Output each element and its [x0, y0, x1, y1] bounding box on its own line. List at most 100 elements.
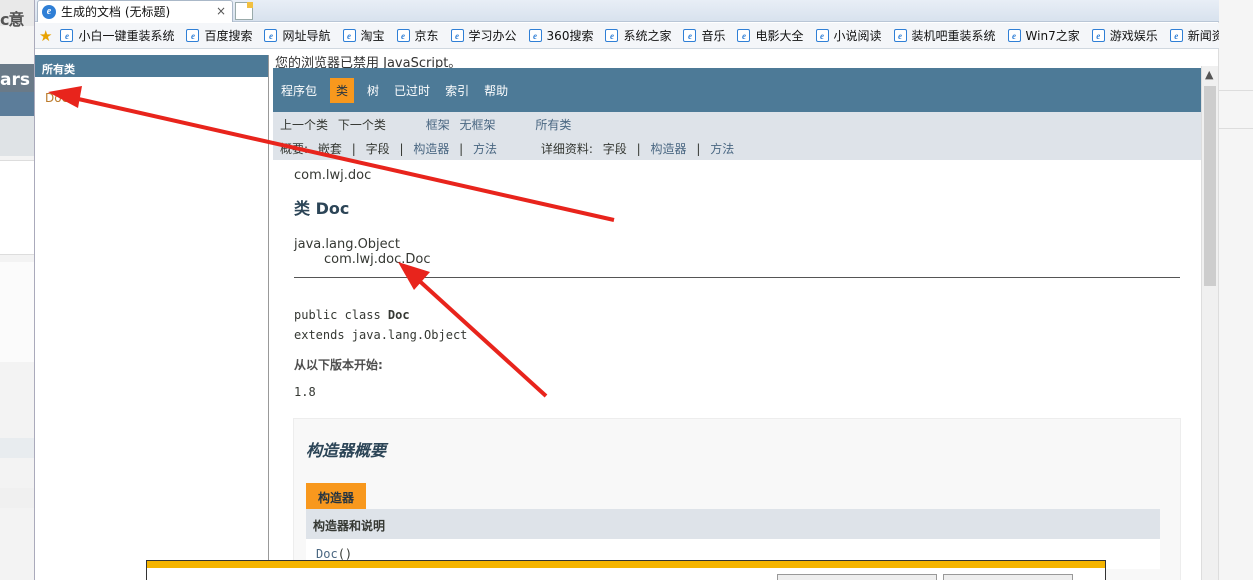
- class-title: 类 Doc: [294, 199, 350, 218]
- top-navbar: 程序包 类 树 已过时 索引 帮助: [273, 68, 1201, 112]
- class-link-doc[interactable]: Doc: [45, 91, 268, 105]
- popup-button[interactable]: [943, 574, 1073, 580]
- constructor-summary-title: 构造器概要: [306, 441, 387, 460]
- scroll-thumb[interactable]: [1204, 86, 1216, 286]
- ie-page-icon: e: [683, 29, 697, 42]
- favorite-link[interactable]: e 360搜索: [528, 27, 593, 44]
- class-signature: public class Doc: [294, 308, 1184, 322]
- detail-label: 详细资料:: [540, 142, 593, 156]
- all-classes-frame: 所有类 Doc: [35, 55, 269, 580]
- constructor-params: (): [337, 547, 353, 561]
- inheritance-child: com.lwj.doc.Doc: [324, 252, 431, 267]
- bg-divider: [1219, 128, 1253, 129]
- since-label: 从以下版本开始:: [294, 358, 383, 372]
- ie-page-icon: e: [342, 29, 356, 42]
- ie-page-icon: e: [1091, 29, 1105, 42]
- detail-method-link[interactable]: 方法: [710, 142, 734, 156]
- constructor-table-caption: 构造器: [306, 483, 367, 509]
- all-classes-header: 所有类: [35, 55, 268, 77]
- favorite-link[interactable]: e新闻资讯: [1169, 27, 1219, 44]
- prev-class: 上一个类: [280, 118, 329, 132]
- tab-title: 生成的文档 (无标题): [61, 5, 171, 19]
- favorite-link[interactable]: e 百度搜索: [186, 27, 252, 44]
- class-doc-frame: 您的浏览器已禁用 JavaScript。 程序包 类 树 已过时 索引 帮助 上…: [273, 50, 1218, 580]
- favorite-link[interactable]: e 小白一键重装系统: [60, 27, 174, 44]
- favorite-link[interactable]: e 装机吧重装系统: [893, 27, 996, 44]
- constructor-table-header: 构造器和说明: [306, 509, 1160, 539]
- detail-constructor-link[interactable]: 构造器: [650, 142, 686, 156]
- favorite-link[interactable]: e 音乐: [683, 27, 725, 44]
- class-extends: extends java.lang.Object: [294, 328, 468, 342]
- subnav-row: 上一个类 下一个类 框架 无框架 所有类: [280, 116, 577, 133]
- favorite-link[interactable]: e 网址导航: [264, 27, 331, 44]
- popup-button[interactable]: [777, 574, 937, 580]
- favorite-link[interactable]: e 小说阅读: [815, 27, 882, 44]
- nav-deprecated[interactable]: 已过时: [392, 78, 432, 103]
- no-frames-link[interactable]: 无框架: [460, 118, 496, 132]
- browser-tab[interactable]: e 生成的文档 (无标题) ×: [37, 0, 233, 22]
- bg-fragment-top: c意: [0, 10, 24, 29]
- ie-page-icon: e: [1169, 29, 1183, 42]
- favorite-link[interactable]: e Win7之家: [1007, 27, 1080, 44]
- sub-navbar: 上一个类 下一个类 框架 无框架 所有类 概要: 嵌套 | 字段 | 构造器 |…: [273, 112, 1201, 160]
- bg-nav: [0, 92, 34, 116]
- all-classes-link[interactable]: 所有类: [535, 118, 571, 132]
- divider: [294, 277, 1180, 278]
- ie-page-icon: e: [60, 29, 74, 42]
- background-page-left: c意 ars: [0, 0, 34, 580]
- summary-nested: 嵌套: [317, 142, 342, 156]
- ie-icon: e: [42, 4, 56, 19]
- bg-divider: [1219, 90, 1253, 91]
- nav-index[interactable]: 索引: [443, 78, 471, 103]
- favorites-star-icon[interactable]: ★: [39, 27, 52, 45]
- subnav-row: 概要: 嵌套 | 字段 | 构造器 | 方法 详细资料: 字段 | 构造器 | …: [280, 140, 740, 157]
- summary-constructor-link[interactable]: 构造器: [413, 142, 449, 156]
- detail-field: 字段: [602, 142, 627, 156]
- class-content: com.lwj.doc 类 Doc java.lang.Object com.l…: [294, 168, 1184, 399]
- ie-page-icon: e: [605, 29, 619, 42]
- background-page-right: [1218, 0, 1253, 580]
- nav-help[interactable]: 帮助: [482, 78, 510, 103]
- package-name: com.lwj.doc: [294, 168, 372, 183]
- summary-method-link[interactable]: 方法: [473, 142, 497, 156]
- favorite-link[interactable]: e 电影大全: [737, 27, 804, 44]
- vertical-scrollbar[interactable]: ▲: [1201, 66, 1218, 580]
- separator: |: [636, 142, 641, 156]
- ie-page-icon: e: [528, 29, 542, 42]
- constructor-link[interactable]: Doc: [316, 547, 338, 561]
- separator: |: [459, 142, 464, 156]
- next-class: 下一个类: [337, 118, 386, 132]
- favorite-link[interactable]: e 淘宝: [342, 27, 385, 44]
- signature-class-name: Doc: [387, 308, 410, 322]
- bg-row: [0, 488, 34, 508]
- bg-fragment-mid: ars: [0, 70, 30, 90]
- favorite-link[interactable]: e 京东: [396, 27, 439, 44]
- close-tab-icon[interactable]: ×: [216, 4, 226, 18]
- constructor-summary: 构造器概要 构造器 构造器和说明 Doc(): [293, 418, 1181, 580]
- ie-page-icon: e: [737, 29, 751, 42]
- signature-prefix: public class: [294, 308, 388, 322]
- bg-row: [0, 438, 34, 458]
- favorite-link[interactable]: e 系统之家: [605, 27, 671, 44]
- scroll-up-icon[interactable]: ▲: [1205, 68, 1213, 81]
- summary-field: 字段: [365, 142, 390, 156]
- separator: |: [399, 142, 404, 156]
- since-value: 1.8: [294, 385, 316, 399]
- ie-page-icon: e: [450, 29, 464, 42]
- frames-link[interactable]: 框架: [426, 118, 450, 132]
- favorites-bar: ★ e 小白一键重装系统 e 百度搜索 e 网址导航 e 淘宝 e 京东 e 学习办公 e3…: [35, 23, 1219, 49]
- new-tab-button[interactable]: [235, 2, 253, 20]
- favorite-link[interactable]: e 学习办公: [450, 27, 517, 44]
- inheritance-parent: java.lang.Object: [294, 237, 400, 252]
- popup-header-bar: [147, 561, 1105, 568]
- separator: |: [696, 142, 701, 156]
- ie-page-icon: e: [264, 29, 278, 42]
- nav-tree[interactable]: 树: [365, 78, 381, 103]
- separator: |: [351, 142, 356, 156]
- ie-page-icon: e: [815, 29, 829, 42]
- bottom-popup: [146, 560, 1106, 580]
- nav-package[interactable]: 程序包: [279, 78, 319, 103]
- tab-bar: e 生成的文档 (无标题) ×: [35, 0, 1219, 22]
- favorite-link[interactable]: e 游戏娱乐: [1091, 27, 1158, 44]
- bg-panel: [0, 160, 34, 255]
